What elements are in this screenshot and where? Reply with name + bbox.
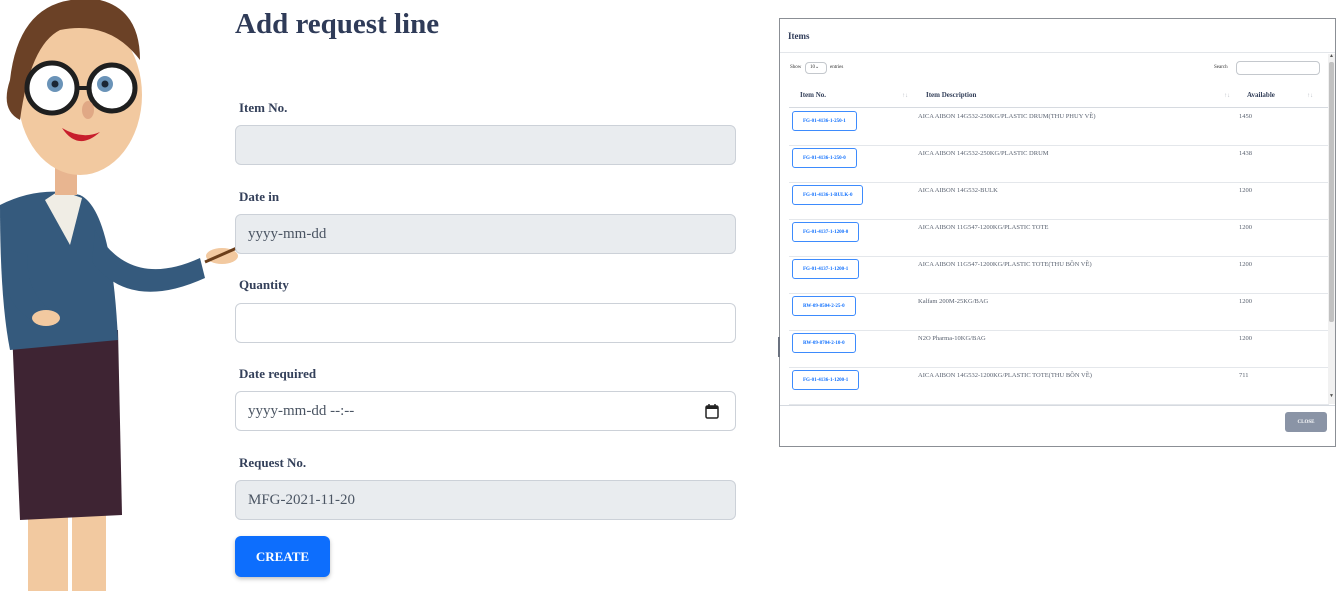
column-header-description[interactable]: Item Description [926,91,976,99]
item-available: 1200 [1239,187,1252,194]
entries-select[interactable]: 10⌄ [805,62,827,74]
item-available: 1200 [1239,298,1252,305]
date-in-field[interactable]: yyyy-mm-dd [235,214,736,254]
date-required-label: Date required [239,366,317,381]
modal-footer-divider [780,405,1335,406]
scroll-up-icon[interactable]: ▲ [1329,54,1334,59]
modal-title: Items [788,31,810,41]
item-available: 1200 [1239,224,1252,231]
sort-icon[interactable]: ↑↓ [1224,93,1230,99]
table-row: RW-09-8504-2-25-0 Kalfam 200M-25KG/BAG 1… [789,293,1329,331]
request-no-label: Request No. [239,455,307,470]
item-available: 1200 [1239,335,1252,342]
table-row: FG-01-4136-1-250-0 AICA AIBON 14G532-250… [789,145,1329,183]
date-in-label: Date in [239,189,280,204]
modal-edge [778,337,780,357]
item-available: 1450 [1239,113,1252,120]
page-title: Add request line [235,8,440,40]
date-required-field[interactable]: yyyy-mm-dd --:-- [235,391,736,431]
item-available: 1200 [1239,261,1252,268]
close-button[interactable]: CLOSE [1285,412,1327,432]
item-description: AICA AIBON 11G547-1200KG/PLASTIC TOTE(TH… [918,261,1092,268]
table-scrollbar[interactable]: ▲ ▼ [1328,54,1335,404]
table-row: FG-01-4137-1-1200-0 AICA AIBON 11G547-12… [789,219,1329,257]
item-select-button[interactable]: FG-01-4136-1-BULK-0 [792,185,864,205]
item-description: AICA AIBON 11G547-1200KG/PLASTIC TOTE [918,224,1049,231]
item-description: AICA AIBON 14G532-250KG/PLASTIC DRUM(THU… [918,113,1096,120]
search-input[interactable] [1236,61,1320,75]
item-select-button[interactable]: RW-09-8704-2-10-0 [792,333,856,353]
table-row: FG-01-4137-1-1200-1 AICA AIBON 11G547-12… [789,256,1329,294]
teacher-illustration [0,0,260,591]
item-no-field[interactable] [235,125,736,165]
dropdown-icon: ⌄ [815,65,820,70]
scroll-thumb[interactable] [1329,62,1334,322]
item-select-button[interactable]: FG-01-4137-1-1200-0 [792,222,860,242]
show-label: Show [790,65,802,70]
item-description: AICA AIBON 14G532-250KG/PLASTIC DRUM [918,150,1049,157]
item-select-button[interactable]: FG-01-4136-1-1200-1 [792,370,860,390]
date-required-placeholder: yyyy-mm-dd --:-- [248,403,355,419]
create-button[interactable]: CREATE [235,536,330,577]
column-header-item-no[interactable]: Item No. [800,91,826,99]
quantity-field[interactable] [235,303,736,343]
table-row: RW-09-8704-2-10-0 N2O Pharma-10KG/BAG 12… [789,330,1329,368]
items-modal: Items Show 10⌄ entries Search Item No. ↑… [778,18,1336,447]
column-header-available[interactable]: Available [1247,91,1275,99]
modal-header-divider [780,52,1335,53]
table-row: FG-01-4136-1-250-1 AICA AIBON 14G532-250… [789,108,1329,146]
quantity-label: Quantity [239,277,289,292]
item-description: AICA AIBON 14G532-BULK [918,187,998,194]
item-select-button[interactable]: FG-01-4137-1-1200-1 [792,259,860,279]
item-description: AICA AIBON 14G532-1200KG/PLASTIC TOTE(TH… [918,372,1092,379]
item-no-label: Item No. [239,100,288,115]
item-select-button[interactable]: FG-01-4136-1-250-1 [792,111,857,131]
scroll-down-icon[interactable]: ▼ [1329,394,1334,399]
sort-icon[interactable]: ↑↓ [1307,93,1313,99]
table-row: FG-01-4136-1-1200-1 AICA AIBON 14G532-12… [789,367,1329,405]
item-available: 1438 [1239,150,1252,157]
item-select-button[interactable]: FG-01-4136-1-250-0 [792,148,857,168]
entries-label: entries [830,65,844,70]
item-available: 711 [1239,372,1249,379]
sort-icon[interactable]: ↑↓ [902,93,908,99]
search-label: Search [1214,65,1228,70]
table-row: FG-01-4136-1-BULK-0 AICA AIBON 14G532-BU… [789,182,1329,220]
request-no-field[interactable]: MFG-2021-11-20 [235,480,736,520]
item-description: Kalfam 200M-25KG/BAG [918,298,989,305]
item-select-button[interactable]: RW-09-8504-2-25-0 [792,296,856,316]
calendar-icon[interactable] [705,403,719,419]
item-description: N2O Pharma-10KG/BAG [918,335,986,342]
